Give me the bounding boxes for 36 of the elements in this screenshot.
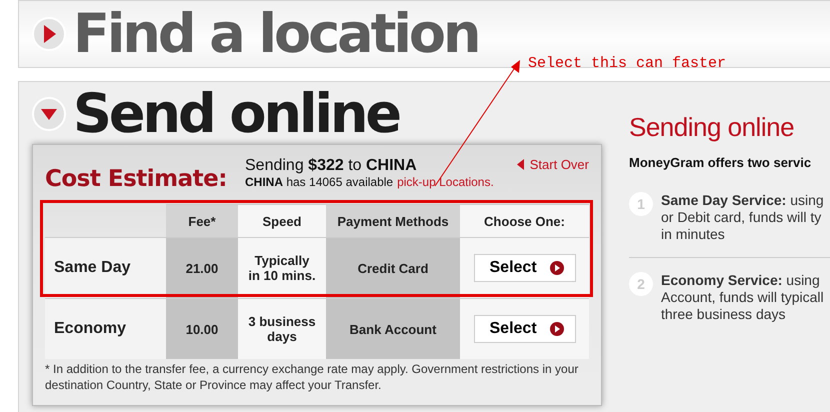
locations-link[interactable]: pick-up Locations. [397,175,494,189]
caret-down-icon[interactable] [31,96,67,132]
column-header: Speed [238,204,326,237]
arrow-circle-icon [548,321,564,337]
start-over-link[interactable]: Start Over [516,157,589,172]
caret-right-icon[interactable] [31,16,67,52]
select-button[interactable]: Select [474,254,576,282]
availability-text: CHINA has 14065 available [245,175,394,189]
sending-summary: Sending $322 to CHINA [245,157,418,175]
service-text: Economy Service: using [661,272,821,289]
footnote: * In addition to the transfer fee, a currency exchange rate may apply. Government restrictions in your destination Country, State or Province may affect your Transfer. [45,361,580,393]
table-cell: Economy [45,299,166,359]
column-header: Choose One: [460,204,589,237]
service-text: Account, funds will typicall [661,289,824,306]
annotation-text: Select this can faster [528,55,726,72]
table-cell: Typically in 10 mins. [238,238,326,298]
section-title[interactable]: Send online [73,87,400,141]
table-cell: 21.00 [166,238,238,298]
info-intro: MoneyGram offers two servic [629,155,812,170]
select-button[interactable]: Select [474,315,576,343]
table-cell: 10.00 [166,299,238,359]
info-title: Sending online [629,112,796,143]
section-title[interactable]: Find a location [73,7,478,61]
cost-estimate-title: Cost Estimate: [45,166,228,192]
service-text: three business days [661,306,787,323]
table-cell: Credit Card [326,238,460,298]
table-cell: 3 business days [238,299,326,359]
back-arrow-icon [516,159,524,170]
column-header: Payment Methods [326,204,460,237]
service-text: in minutes [661,226,726,243]
service-text: or Debit card, funds will ty [661,209,822,226]
table-cell: Bank Account [326,299,460,359]
table-cell: Same Day [45,238,166,298]
column-header: Fee* [166,204,238,237]
arrow-circle-icon [548,260,564,276]
service-text: Same Day Service: using [661,192,824,209]
